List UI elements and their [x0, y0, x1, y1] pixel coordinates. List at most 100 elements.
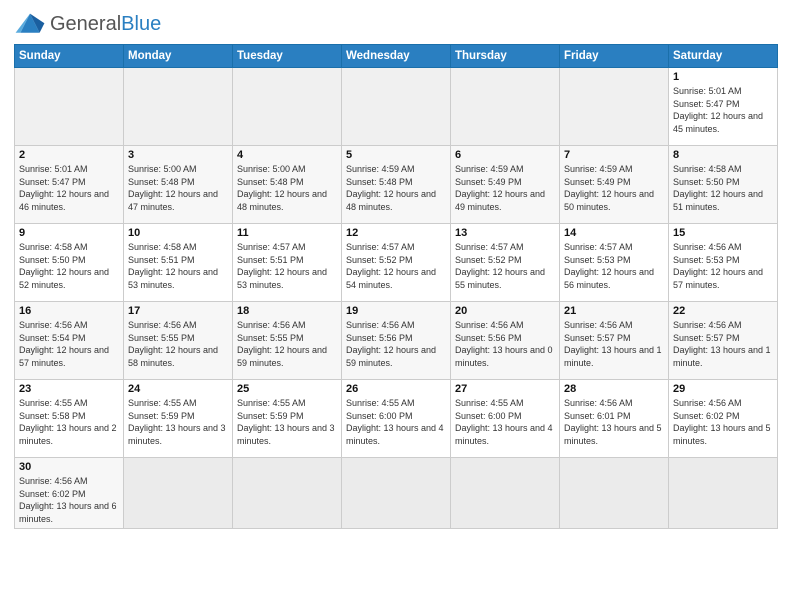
calendar-day: 17 Sunrise: 4:56 AM Sunset: 5:55 PM Dayli…	[124, 302, 233, 380]
day-number: 19	[346, 305, 446, 317]
day-info: Sunrise: 4:57 AM Sunset: 5:52 PM Dayligh…	[455, 241, 555, 291]
day-info: Sunrise: 4:56 AM Sunset: 5:55 PM Dayligh…	[128, 319, 228, 369]
calendar-day: 20 Sunrise: 4:56 AM Sunset: 5:56 PM Dayli…	[451, 302, 560, 380]
day-info: Sunrise: 4:55 AM Sunset: 5:58 PM Dayligh…	[19, 397, 119, 447]
day-info: Sunrise: 4:56 AM Sunset: 6:02 PM Dayligh…	[19, 475, 119, 525]
day-number: 25	[237, 383, 337, 395]
day-info: Sunrise: 4:59 AM Sunset: 5:48 PM Dayligh…	[346, 163, 446, 213]
day-number: 20	[455, 305, 555, 317]
day-info: Sunrise: 4:56 AM Sunset: 5:56 PM Dayligh…	[346, 319, 446, 369]
calendar-day: 7Sunrise: 4:59 AM Sunset: 5:49 PM Daylig…	[560, 146, 669, 224]
calendar-day	[451, 68, 560, 146]
calendar-day: 12 Sunrise: 4:57 AM Sunset: 5:52 PM Dayli…	[342, 224, 451, 302]
day-number: 11	[237, 227, 337, 239]
day-info: Sunrise: 5:00 AM Sunset: 5:48 PM Dayligh…	[237, 163, 337, 213]
day-info: Sunrise: 4:55 AM Sunset: 6:00 PM Dayligh…	[455, 397, 555, 447]
day-number: 1	[673, 71, 773, 83]
day-number: 21	[564, 305, 664, 317]
calendar-week-3: 9Sunrise: 4:58 AM Sunset: 5:50 PM Daylig…	[15, 224, 778, 302]
day-info: Sunrise: 4:57 AM Sunset: 5:53 PM Dayligh…	[564, 241, 664, 291]
day-number: 24	[128, 383, 228, 395]
header: GeneralBlue	[14, 10, 778, 38]
col-header-saturday: Saturday	[669, 45, 778, 68]
col-header-friday: Friday	[560, 45, 669, 68]
day-number: 2	[19, 149, 119, 161]
day-info: Sunrise: 4:58 AM Sunset: 5:50 PM Dayligh…	[673, 163, 773, 213]
day-info: Sunrise: 4:57 AM Sunset: 5:51 PM Dayligh…	[237, 241, 337, 291]
day-number: 12	[346, 227, 446, 239]
day-info: Sunrise: 5:01 AM Sunset: 5:47 PM Dayligh…	[673, 85, 773, 135]
day-number: 8	[673, 149, 773, 161]
day-number: 13	[455, 227, 555, 239]
calendar-day	[342, 458, 451, 529]
calendar-day	[233, 458, 342, 529]
calendar-day: 30 Sunrise: 4:56 AM Sunset: 6:02 PM Dayli…	[15, 458, 124, 529]
day-number: 15	[673, 227, 773, 239]
col-header-wednesday: Wednesday	[342, 45, 451, 68]
day-info: Sunrise: 4:56 AM Sunset: 5:57 PM Dayligh…	[564, 319, 664, 369]
day-info: Sunrise: 4:56 AM Sunset: 5:56 PM Dayligh…	[455, 319, 555, 369]
day-number: 17	[128, 305, 228, 317]
calendar-day: 29 Sunrise: 4:56 AM Sunset: 6:02 PM Dayli…	[669, 380, 778, 458]
day-number: 30	[19, 461, 119, 473]
calendar-day	[669, 458, 778, 529]
calendar-day	[15, 68, 124, 146]
calendar-day: 8 Sunrise: 4:58 AM Sunset: 5:50 PM Daylig…	[669, 146, 778, 224]
logo-text: GeneralBlue	[50, 14, 161, 34]
calendar-day: 16Sunrise: 4:56 AM Sunset: 5:54 PM Dayli…	[15, 302, 124, 380]
calendar-day: 18 Sunrise: 4:56 AM Sunset: 5:55 PM Dayli…	[233, 302, 342, 380]
logo: GeneralBlue	[14, 10, 161, 38]
day-number: 6	[455, 149, 555, 161]
calendar-day: 15 Sunrise: 4:56 AM Sunset: 5:53 PM Dayli…	[669, 224, 778, 302]
day-number: 27	[455, 383, 555, 395]
calendar-day: 3Sunrise: 5:00 AM Sunset: 5:48 PM Daylig…	[124, 146, 233, 224]
day-info: Sunrise: 4:59 AM Sunset: 5:49 PM Dayligh…	[564, 163, 664, 213]
calendar-week-6: 30 Sunrise: 4:56 AM Sunset: 6:02 PM Dayli…	[15, 458, 778, 529]
calendar-day	[124, 68, 233, 146]
day-info: Sunrise: 4:58 AM Sunset: 5:50 PM Dayligh…	[19, 241, 119, 291]
calendar-day: 10Sunrise: 4:58 AM Sunset: 5:51 PM Dayli…	[124, 224, 233, 302]
calendar-day	[560, 68, 669, 146]
calendar-day: 27 Sunrise: 4:55 AM Sunset: 6:00 PM Dayli…	[451, 380, 560, 458]
calendar-day: 14Sunrise: 4:57 AM Sunset: 5:53 PM Dayli…	[560, 224, 669, 302]
page: GeneralBlue SundayMondayTuesdayWednesday…	[0, 0, 792, 612]
day-info: Sunrise: 5:01 AM Sunset: 5:47 PM Dayligh…	[19, 163, 119, 213]
day-number: 18	[237, 305, 337, 317]
calendar-day: 9Sunrise: 4:58 AM Sunset: 5:50 PM Daylig…	[15, 224, 124, 302]
day-number: 23	[19, 383, 119, 395]
day-number: 29	[673, 383, 773, 395]
calendar-day: 26 Sunrise: 4:55 AM Sunset: 6:00 PM Dayli…	[342, 380, 451, 458]
day-number: 26	[346, 383, 446, 395]
logo-icon	[14, 10, 46, 38]
day-info: Sunrise: 4:57 AM Sunset: 5:52 PM Dayligh…	[346, 241, 446, 291]
calendar-week-4: 16Sunrise: 4:56 AM Sunset: 5:54 PM Dayli…	[15, 302, 778, 380]
calendar-day	[451, 458, 560, 529]
calendar-day: 24Sunrise: 4:55 AM Sunset: 5:59 PM Dayli…	[124, 380, 233, 458]
day-info: Sunrise: 4:55 AM Sunset: 6:00 PM Dayligh…	[346, 397, 446, 447]
day-info: Sunrise: 4:59 AM Sunset: 5:49 PM Dayligh…	[455, 163, 555, 213]
day-info: Sunrise: 4:56 AM Sunset: 5:53 PM Dayligh…	[673, 241, 773, 291]
day-number: 28	[564, 383, 664, 395]
day-info: Sunrise: 4:56 AM Sunset: 6:01 PM Dayligh…	[564, 397, 664, 447]
calendar-day: 22Sunrise: 4:56 AM Sunset: 5:57 PM Dayli…	[669, 302, 778, 380]
calendar-week-1: 1 Sunrise: 5:01 AM Sunset: 5:47 PM Daylig…	[15, 68, 778, 146]
day-info: Sunrise: 4:56 AM Sunset: 5:57 PM Dayligh…	[673, 319, 773, 369]
calendar-day: 23 Sunrise: 4:55 AM Sunset: 5:58 PM Dayli…	[15, 380, 124, 458]
calendar-day: 4Sunrise: 5:00 AM Sunset: 5:48 PM Daylig…	[233, 146, 342, 224]
col-header-sunday: Sunday	[15, 45, 124, 68]
calendar-day: 21 Sunrise: 4:56 AM Sunset: 5:57 PM Dayli…	[560, 302, 669, 380]
day-info: Sunrise: 4:56 AM Sunset: 6:02 PM Dayligh…	[673, 397, 773, 447]
day-number: 5	[346, 149, 446, 161]
day-info: Sunrise: 4:56 AM Sunset: 5:55 PM Dayligh…	[237, 319, 337, 369]
calendar-day: 13 Sunrise: 4:57 AM Sunset: 5:52 PM Dayli…	[451, 224, 560, 302]
calendar-day: 6 Sunrise: 4:59 AM Sunset: 5:49 PM Daylig…	[451, 146, 560, 224]
calendar-week-5: 23 Sunrise: 4:55 AM Sunset: 5:58 PM Dayli…	[15, 380, 778, 458]
calendar-day: 11 Sunrise: 4:57 AM Sunset: 5:51 PM Dayli…	[233, 224, 342, 302]
day-number: 16	[19, 305, 119, 317]
day-number: 10	[128, 227, 228, 239]
calendar-day	[560, 458, 669, 529]
calendar-day: 5 Sunrise: 4:59 AM Sunset: 5:48 PM Daylig…	[342, 146, 451, 224]
col-header-tuesday: Tuesday	[233, 45, 342, 68]
day-number: 3	[128, 149, 228, 161]
calendar-day	[124, 458, 233, 529]
